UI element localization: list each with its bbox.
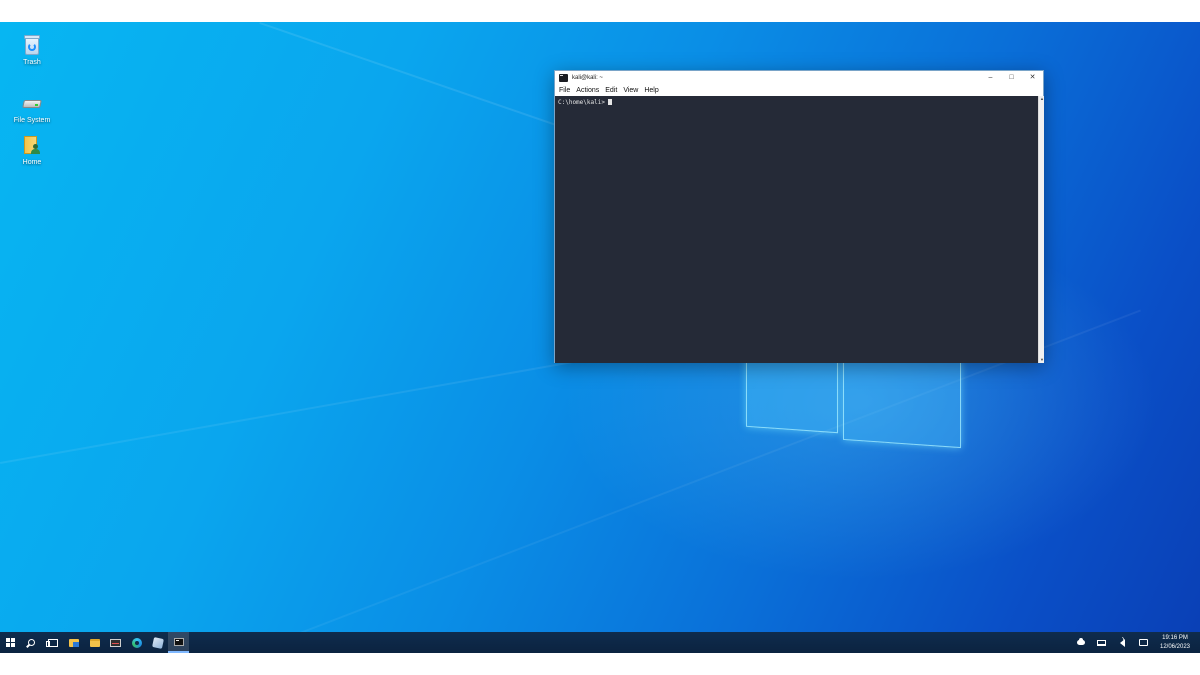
start-button[interactable] [0,632,21,653]
desktop-icon-label: Home [22,159,42,166]
clock-date: 12/06/2023 [1159,643,1191,650]
clock-time: 19:16 PM [1162,634,1188,641]
search-icon [28,639,35,646]
tray-onedrive[interactable] [1070,632,1091,653]
tray-notifications[interactable] [1133,632,1154,653]
text-cursor [607,99,612,105]
scroll-down-icon[interactable]: ▼ [1039,357,1045,363]
scroll-up-icon[interactable]: ▲ [1039,96,1045,102]
taskbar-clock[interactable]: 19:16 PM 12/06/2023 [1154,634,1196,652]
taskbar-task-manager[interactable] [105,632,126,653]
menu-edit[interactable]: Edit [605,87,617,94]
cloud-icon [1076,638,1085,645]
windows-start-icon [6,638,15,647]
terminal-icon [173,637,184,646]
tray-network[interactable] [1091,632,1112,653]
taskbar-folder[interactable] [84,632,105,653]
desktop: Trash File System Home kali@kali: ~ – □ … [0,22,1200,653]
task-view-button[interactable] [42,632,63,653]
menu-help[interactable]: Help [644,87,658,94]
terminal-scrollbar[interactable]: ▲ ▼ [1038,96,1044,363]
file-explorer-icon [68,638,79,647]
network-icon [1097,639,1106,646]
edge-browser-icon [131,637,142,648]
desktop-icon-home[interactable]: Home [0,134,64,166]
taskbar-file-explorer[interactable] [63,632,84,653]
tools-icon [151,636,164,649]
taskbar-tools[interactable] [147,632,168,653]
search-button[interactable] [21,632,42,653]
minimize-button[interactable]: – [980,71,1001,85]
taskbar-terminal[interactable] [168,632,189,653]
close-button[interactable]: ✕ [1022,71,1043,85]
desktop-icon-label: Trash [23,59,41,66]
window-title: kali@kali: ~ [572,75,603,81]
taskbar: 19:16 PM 12/06/2023 [0,632,1200,653]
wallpaper-logo-pane [746,352,838,434]
terminal-output[interactable]: C:\home\kali> [555,96,1038,363]
desktop-icon-label: File System [13,117,51,124]
menu-view[interactable]: View [623,87,638,94]
maximize-button[interactable]: □ [1001,71,1022,85]
desktop-icon-file-system[interactable]: File System [0,92,64,124]
notification-icon [1139,639,1148,646]
taskbar-edge[interactable] [126,632,147,653]
task-manager-icon [110,638,121,647]
folder-icon [89,638,100,647]
task-view-icon [45,638,58,647]
terminal-window[interactable]: kali@kali: ~ – □ ✕ File Actions Edit Vie… [554,70,1044,363]
terminal-app-icon [559,74,568,82]
terminal-prompt: C:\home\kali> [558,99,612,106]
trash-icon [21,34,43,56]
desktop-icon-trash[interactable]: Trash [0,34,64,66]
home-folder-icon [21,134,43,156]
terminal-titlebar[interactable]: kali@kali: ~ – □ ✕ [555,71,1043,85]
prompt-text: C:\home\kali> [558,99,605,106]
system-tray: 19:16 PM 12/06/2023 [1070,632,1200,653]
tray-volume[interactable] [1112,632,1133,653]
menu-file[interactable]: File [559,87,570,94]
terminal-menubar: File Actions Edit View Help [555,85,1043,96]
volume-icon [1120,636,1125,647]
wallpaper-logo-pane [843,351,961,449]
menu-actions[interactable]: Actions [576,87,599,94]
hard-drive-icon [21,92,43,114]
